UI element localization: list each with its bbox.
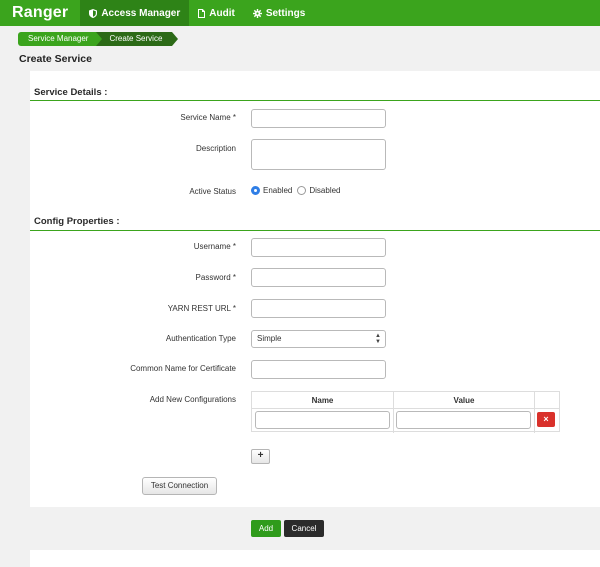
yarn-rest-url-input[interactable] [251, 299, 386, 318]
brand-logo[interactable]: Ranger [0, 0, 80, 26]
nav-audit-label: Audit [209, 7, 235, 19]
nav-access-manager[interactable]: Access Manager [80, 0, 190, 26]
service-name-input[interactable] [251, 109, 386, 128]
section-divider [30, 230, 600, 231]
authentication-type-value: Simple [257, 334, 282, 343]
close-icon: × [543, 414, 549, 424]
disabled-radio-label[interactable]: Disabled [309, 186, 340, 195]
password-label: Password * [195, 273, 236, 282]
shield-icon [89, 8, 98, 18]
password-input[interactable] [251, 268, 386, 287]
cancel-button[interactable]: Cancel [284, 520, 324, 537]
nav-audit[interactable]: Audit [189, 0, 244, 26]
yarn-rest-url-label: YARN REST URL * [167, 304, 236, 313]
add-config-row-button[interactable]: + [251, 449, 270, 464]
config-header-action [535, 392, 559, 409]
authentication-type-select[interactable]: Simple ▲ ▼ [251, 330, 386, 348]
nav-settings[interactable]: Settings [244, 0, 314, 26]
config-header-value: Value [394, 392, 534, 409]
service-details-title: Service Details : [34, 87, 108, 98]
authentication-type-label: Authentication Type [165, 334, 236, 343]
config-value-input[interactable] [396, 411, 531, 429]
breadcrumb: Service Manager Create Service [18, 32, 179, 46]
breadcrumb-service-manager[interactable]: Service Manager [18, 32, 104, 46]
disabled-radio[interactable] [297, 186, 307, 195]
common-name-input[interactable] [251, 360, 386, 379]
description-label: Description [195, 144, 236, 153]
page-title: Create Service [19, 53, 92, 65]
config-name-input[interactable] [255, 411, 390, 429]
service-name-label: Service Name * [180, 113, 236, 122]
enabled-radio-label[interactable]: Enabled [263, 186, 292, 195]
breadcrumb-create-service: Create Service [96, 32, 179, 46]
test-connection-button[interactable]: Test Connection [142, 477, 217, 495]
add-button[interactable]: Add [251, 520, 281, 537]
username-input[interactable] [251, 238, 386, 257]
username-label: Username * [193, 242, 236, 251]
add-new-configurations-label: Add New Configurations [149, 395, 236, 404]
document-icon [198, 8, 206, 18]
nav-access-manager-label: Access Manager [101, 7, 181, 19]
active-status-label: Active Status [189, 187, 236, 196]
config-properties-title: Config Properties : [34, 216, 120, 227]
active-status-radio-group: Enabled Disabled [251, 186, 346, 195]
nav-settings-label: Settings [265, 7, 306, 19]
common-name-label: Common Name for Certificate [130, 364, 236, 373]
delete-config-button[interactable]: × [537, 412, 555, 427]
gear-icon [252, 8, 262, 18]
section-divider [30, 100, 600, 101]
select-arrows-icon: ▲ ▼ [375, 333, 381, 345]
enabled-radio[interactable] [251, 186, 260, 195]
config-header-name: Name [252, 392, 393, 409]
top-navbar: Ranger Access Manager Audit Settings [0, 0, 600, 26]
plus-icon: + [257, 450, 264, 461]
description-textarea[interactable] [251, 139, 386, 170]
